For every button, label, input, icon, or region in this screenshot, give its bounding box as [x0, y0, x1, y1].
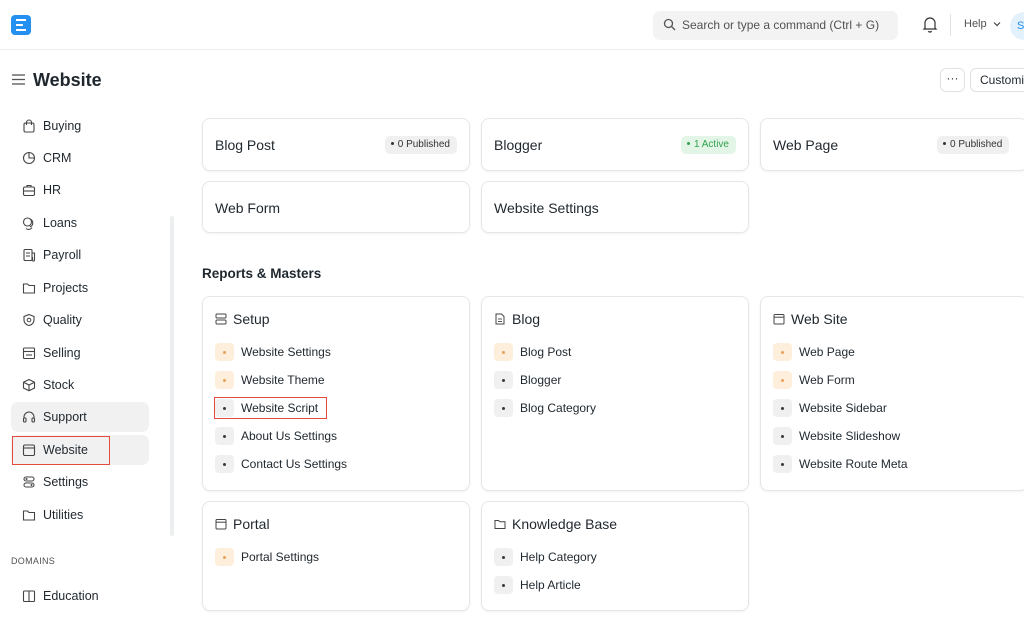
settings-sliders-icon	[23, 476, 35, 488]
shortcut-card-website-settings[interactable]: Website Settings	[481, 181, 749, 233]
coins-icon	[22, 217, 34, 230]
folder-icon	[494, 520, 506, 529]
sidebar-item-label: Loans	[43, 216, 78, 230]
reports-masters-heading: Reports & Masters	[202, 266, 322, 281]
sidebar-item-label: Education	[43, 589, 99, 603]
user-avatar[interactable]: S	[1010, 12, 1024, 40]
card-title: Setup	[233, 311, 270, 327]
shortcut-label: Blogger	[494, 137, 543, 153]
card-title: Web Site	[791, 311, 848, 327]
link-card-knowledge-base: Knowledge Base Help Category Help Articl…	[481, 501, 749, 611]
help-dropdown[interactable]: Help	[964, 18, 1001, 30]
sidebar-website-highlight-box	[12, 436, 110, 465]
sidebar-item-label: Utilities	[43, 508, 84, 522]
sidebar-item-loans[interactable]: Loans	[11, 208, 149, 238]
sidebar-item-crm[interactable]: CRM	[11, 143, 149, 173]
sidebar-item-label: Projects	[43, 281, 89, 295]
status-badge: 0 Published	[937, 136, 1010, 154]
status-badge: 1 Active	[680, 136, 736, 154]
sidebar-item-label: HR	[43, 183, 62, 197]
sidebar-item-hr[interactable]: HR	[11, 175, 149, 205]
shortcut-label: Blog Post	[215, 137, 275, 153]
sidebar-item-payroll[interactable]: Payroll	[11, 240, 149, 270]
sidebar-item-selling[interactable]: Selling	[11, 338, 149, 368]
shortcut-card-blog-post[interactable]: Blog Post 0 Published	[202, 118, 470, 171]
document-icon	[495, 313, 505, 325]
sidebar-item-support[interactable]: Support	[11, 402, 149, 432]
bell-icon[interactable]	[922, 16, 938, 33]
navbar-divider	[950, 14, 951, 36]
sidebar-item-utilities[interactable]: Utilities	[11, 500, 149, 530]
navbar: Search or type a command (Ctrl + G) Help…	[0, 0, 1024, 50]
store-icon	[22, 347, 36, 360]
sidebar-item-label: Buying	[43, 119, 82, 133]
search-placeholder: Search or type a command (Ctrl + G)	[682, 18, 880, 32]
sidebar-item-label: Quality	[43, 313, 82, 327]
link-card-portal: Portal Portal Settings	[202, 501, 470, 611]
more-actions-button[interactable]: ···	[940, 68, 965, 92]
shortcut-card-blogger[interactable]: Blogger 1 Active	[481, 118, 749, 171]
sidebar-item-label: Settings	[43, 475, 89, 489]
search-bar[interactable]: Search or type a command (Ctrl + G)	[653, 11, 898, 40]
server-icon	[215, 313, 227, 325]
shopping-bag-icon	[23, 119, 35, 133]
sidebar-item-label: Payroll	[43, 248, 82, 262]
box-icon	[22, 378, 36, 392]
book-icon	[22, 590, 36, 603]
receipt-icon	[23, 248, 36, 262]
search-icon	[663, 18, 676, 31]
customize-button[interactable]: Customize	[970, 68, 1024, 92]
help-label: Help	[964, 18, 987, 30]
sidebar-item-label: Support	[43, 410, 87, 424]
folder-icon	[22, 510, 36, 521]
headset-icon	[22, 411, 36, 423]
sidebar-item-quality[interactable]: Quality	[11, 305, 149, 335]
browser-window-icon	[215, 519, 227, 530]
shortcut-label: Web Page	[773, 137, 839, 153]
domains-section-label: DOMAINS	[11, 556, 56, 566]
briefcase-icon	[22, 184, 36, 197]
hamburger-menu-icon[interactable]	[12, 74, 25, 85]
chevron-down-icon	[993, 22, 1001, 27]
app-logo[interactable]	[11, 15, 31, 35]
card-title: Knowledge Base	[512, 516, 618, 532]
link-card-setup: Setup Website Settings Website Theme Web…	[202, 296, 470, 491]
shield-icon	[23, 313, 35, 327]
shortcut-card-web-page[interactable]: Web Page 0 Published	[760, 118, 1024, 171]
card-title: Portal	[233, 516, 270, 532]
shortcut-label: Website Settings	[494, 200, 599, 216]
page-title: Website	[33, 70, 102, 90]
link-card-web-site: Web Site Web Page Web Form Website Sideb…	[760, 296, 1024, 491]
browser-window-icon	[773, 314, 785, 325]
sidebar-item-label: Stock	[43, 378, 75, 392]
sidebar-item-label: Selling	[43, 346, 81, 360]
website-script-highlight-box	[214, 397, 327, 419]
link-card-blog: Blog Blog Post Blogger Blog Category	[481, 296, 749, 491]
card-title: Blog	[512, 311, 541, 327]
sidebar-item-label: CRM	[43, 151, 72, 165]
sidebar-item-education[interactable]: Education	[11, 581, 149, 611]
sidebar-item-stock[interactable]: Stock	[11, 370, 149, 400]
pie-chart-icon	[22, 151, 36, 165]
shortcut-card-web-form[interactable]: Web Form	[202, 181, 470, 233]
logo-e-icon	[16, 19, 26, 31]
status-badge: 0 Published	[384, 136, 457, 154]
sidebar-item-projects[interactable]: Projects	[11, 273, 149, 303]
shortcut-label: Web Form	[215, 200, 281, 216]
sidebar-scrollbar[interactable]	[170, 216, 174, 536]
sidebar-item-settings[interactable]: Settings	[11, 467, 149, 497]
sidebar-item-buying[interactable]: Buying	[11, 111, 149, 141]
folder-icon	[22, 283, 36, 294]
